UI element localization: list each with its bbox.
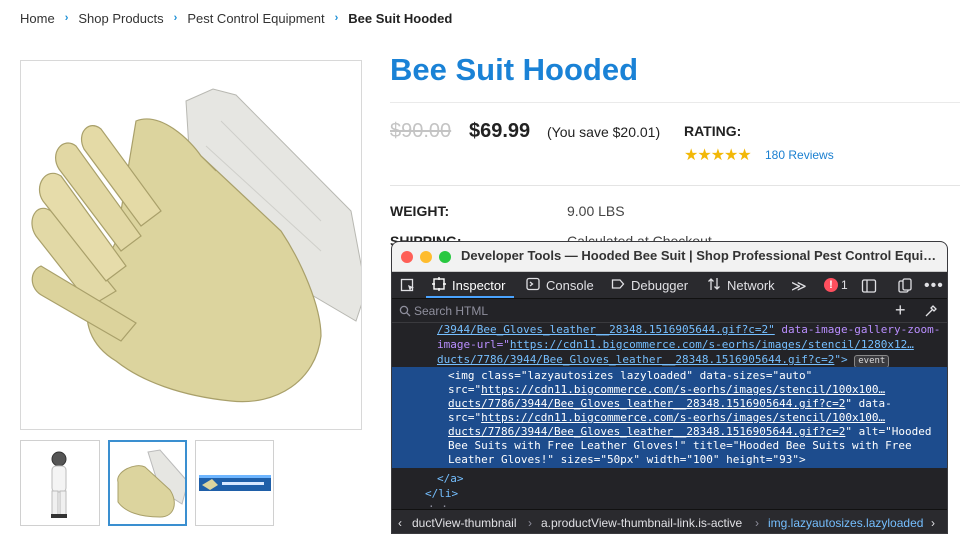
chevron-right-icon: › <box>334 12 339 24</box>
chevron-right-icon: › <box>528 516 532 530</box>
network-arrows-icon <box>707 277 721 294</box>
breadcrumb-shop-products[interactable]: Shop Products <box>78 11 163 26</box>
chevron-right-icon: › <box>64 12 69 24</box>
html-tree: /3944/Bee_Gloves_leather__28348.15169056… <box>392 323 947 509</box>
code-line: ducts/7786/3944/Bee_Gloves_leather__2834… <box>448 425 932 438</box>
code-line[interactable]: /3944/Bee_Gloves_leather__28348.15169056… <box>437 323 940 337</box>
node-crumb[interactable]: ductView-thumbnail <box>412 516 517 530</box>
more-tabs-button[interactable]: ≫ <box>791 272 807 299</box>
error-icon[interactable]: ! <box>824 278 838 292</box>
chevron-right-icon: › <box>173 12 178 24</box>
debugger-icon <box>611 277 625 294</box>
devtools-window: Developer Tools — Hooded Bee Suit | Shop… <box>391 241 948 534</box>
node-crumb[interactable]: a.productView-thumbnail-link.is-active <box>541 516 742 530</box>
weight-label: WEIGHT: <box>390 203 450 219</box>
node-breadcrumb-bar: ‹ ductView-thumbnail › a.productView-thu… <box>392 509 947 533</box>
devtools-titlebar[interactable]: Developer Tools — Hooded Bee Suit | Shop… <box>392 242 947 272</box>
tab-debugger[interactable]: Debugger <box>611 272 688 299</box>
error-count[interactable]: 1 <box>841 278 848 292</box>
devtools-title: Developer Tools — Hooded Bee Suit | Shop… <box>461 248 937 263</box>
reviews-link[interactable]: 180 Reviews <box>765 148 834 162</box>
minimize-window-button[interactable] <box>420 251 432 263</box>
overflow-menu-icon[interactable]: ••• <box>924 272 944 299</box>
old-price: $90.00 <box>390 120 452 142</box>
breadcrumb: Home › Shop Products › Pest Control Equi… <box>20 10 452 26</box>
chevron-right-icon: › <box>755 516 759 530</box>
dock-side-icon[interactable] <box>897 272 913 299</box>
element-picker-icon[interactable] <box>400 272 416 299</box>
code-line: Bee Suits with Free Leather Gloves!" tit… <box>448 439 912 452</box>
search-icon <box>399 305 411 317</box>
star-rating-icon: ★★★★★ <box>684 147 752 164</box>
chevron-left-icon[interactable]: ‹ <box>398 516 402 530</box>
add-node-icon[interactable]: + <box>895 300 906 321</box>
code-line: · · <box>428 500 448 509</box>
maximize-window-button[interactable] <box>439 251 451 263</box>
code-line[interactable]: image-url="https://cdn11.bigcommerce.com… <box>437 337 914 352</box>
leather-gloves-thumb-image <box>117 449 185 518</box>
thumbnail-leather-gloves[interactable] <box>108 440 187 526</box>
thumbnail-banner[interactable] <box>195 440 274 526</box>
sale-price: $69.99 <box>469 120 531 142</box>
banner-image <box>199 475 271 491</box>
product-main-image[interactable] <box>20 60 362 430</box>
breadcrumb-current: Bee Suit Hooded <box>348 10 453 26</box>
code-line: src="https://cdn11.bigcommerce.com/s-eor… <box>448 411 886 424</box>
tab-console[interactable]: Console <box>526 272 594 299</box>
selected-node[interactable]: <img class="lazyautosizes lazyloaded" da… <box>392 367 947 468</box>
thumbnail-bee-suit[interactable] <box>20 440 100 526</box>
html-search-bar[interactable]: Search HTML + <box>392 299 947 323</box>
code-line[interactable]: ducts/7786/3944/Bee_Gloves_leather__2834… <box>437 352 890 368</box>
tab-network-label: Network <box>727 278 775 293</box>
chevron-right-icon[interactable]: › <box>931 516 935 530</box>
console-icon <box>526 277 540 294</box>
tab-network[interactable]: Network <box>707 272 775 299</box>
inspector-icon <box>432 277 446 294</box>
search-html-placeholder: Search HTML <box>414 304 489 318</box>
code-line: Leather Gloves!" sizes="50px" width="100… <box>448 453 806 466</box>
code-line: src="https://cdn11.bigcommerce.com/s-eor… <box>448 383 886 396</box>
responsive-design-icon[interactable] <box>861 272 877 299</box>
tab-inspector-label: Inspector <box>452 278 506 293</box>
tab-console-label: Console <box>546 278 594 293</box>
code-line: ducts/7786/3944/Bee_Gloves_leather__2834… <box>448 397 892 410</box>
close-window-button[interactable] <box>401 251 413 263</box>
weight-value: 9.00 LBS <box>567 203 625 219</box>
product-title: Bee Suit Hooded <box>390 52 639 87</box>
rating-label: RATING: <box>684 123 742 139</box>
tab-inspector[interactable]: Inspector <box>432 272 505 299</box>
code-line: <img class="lazyautosizes lazyloaded" da… <box>448 369 813 382</box>
breadcrumb-home[interactable]: Home <box>20 11 55 26</box>
leather-gloves-image <box>31 88 361 403</box>
bee-suit-image <box>51 451 67 518</box>
node-crumb-selected[interactable]: img.lazyautosizes.lazyloaded <box>768 516 923 530</box>
divider <box>390 102 960 103</box>
savings-note: (You save $20.01) <box>547 124 661 140</box>
code-line[interactable]: </a> <box>437 471 464 486</box>
divider <box>390 185 960 186</box>
tab-debugger-label: Debugger <box>631 278 689 293</box>
active-tab-indicator <box>426 296 514 298</box>
eyedropper-icon[interactable] <box>924 304 938 318</box>
breadcrumb-pest-control[interactable]: Pest Control Equipment <box>187 11 324 26</box>
devtools-toolbar: Inspector Console Debugger Network ≫ ! 1… <box>392 272 947 299</box>
